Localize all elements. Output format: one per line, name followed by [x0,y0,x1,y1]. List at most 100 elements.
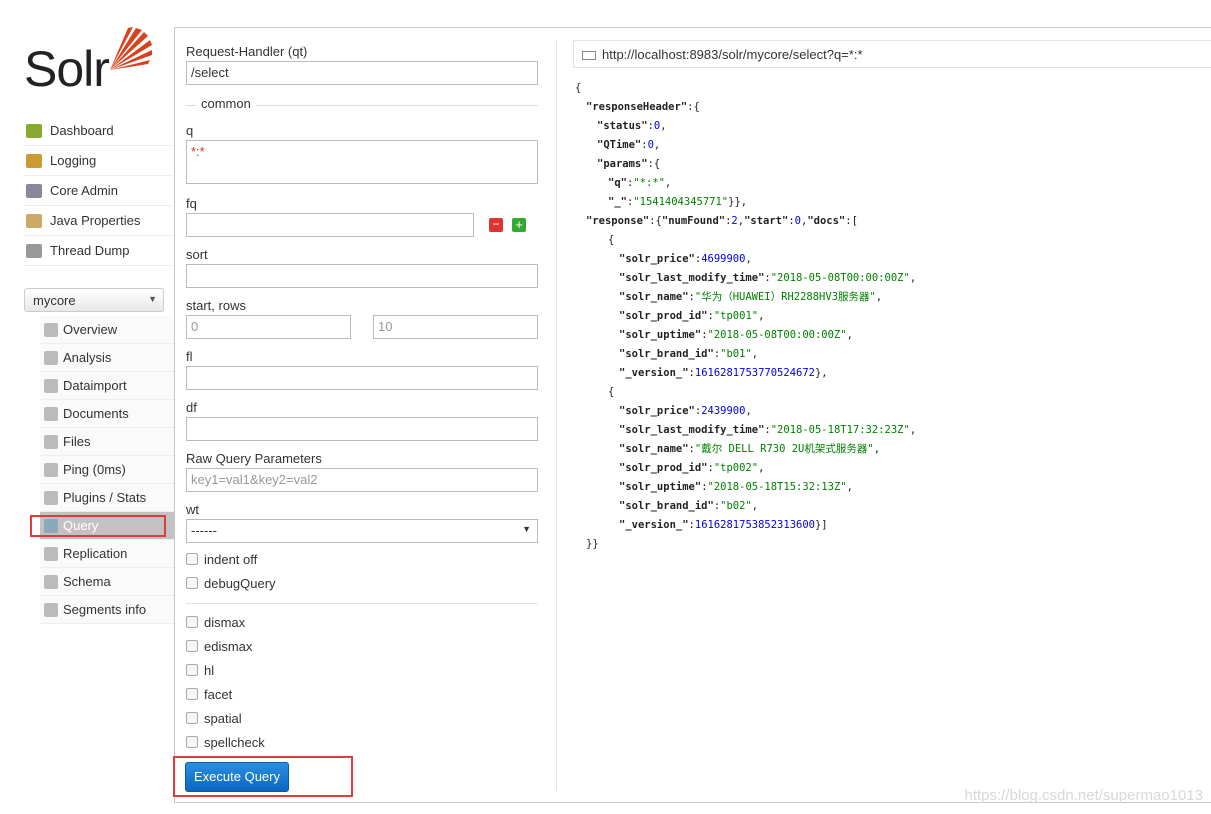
dashboard-icon [26,123,42,138]
fl-input[interactable] [186,366,538,390]
checkbox-label: hl [204,662,215,678]
core-nav-overview[interactable]: Overview [40,316,174,344]
core-nav-schema[interactable]: Schema [40,568,174,596]
json-line: "responseHeader":{ [575,98,916,117]
sort-label: sort [186,247,208,262]
checkbox-spellcheck[interactable]: spellcheck [186,730,538,754]
checkbox-box[interactable] [186,712,198,724]
json-key: "response" [586,215,650,227]
nav-item-label: Logging [50,153,97,168]
core-nav-files[interactable]: Files [40,428,174,456]
json-line: "solr_uptime":"2018-05-08T00:00:00Z", [575,326,916,345]
core-selector[interactable]: mycore ▼ [24,288,164,312]
fq-input[interactable] [186,213,474,237]
checks-group-1: indent off debugQuery [186,547,538,595]
checkbox-hl[interactable]: hl [186,658,538,682]
core-nav-label: Analysis [63,350,112,365]
sort-input[interactable] [186,264,538,288]
json-key: "solr_last_modify_time" [619,424,765,436]
q-textarea[interactable]: *:* [186,140,538,184]
start-rows-label: start, rows [186,298,246,313]
json-line: "_":"1541404345771"}}, [575,193,916,212]
raw-params-input[interactable]: key1=val1&key2=val2 [186,468,538,492]
json-key: "numFound" [661,215,726,227]
json-punct: , [758,310,765,322]
checkbox-indent-off[interactable]: indent off [186,547,538,571]
q-label: q [186,123,194,138]
checkbox-box[interactable] [186,736,198,748]
qt-label: Request-Handler (qt) [186,44,308,59]
core-nav-analysis[interactable]: Analysis [40,344,174,372]
json-line: "_version_":1616281753770524672}, [575,364,916,383]
core-nav-label: Plugins / Stats [63,490,147,505]
checkbox-box[interactable] [186,688,198,700]
json-punct: }} [586,538,599,550]
nav-item-thread-dump[interactable]: Thread Dump [24,236,173,266]
json-key: "start" [744,215,789,227]
common-legend: common [196,96,256,111]
nav-item-logging[interactable]: Logging [24,146,173,176]
checkbox-spatial[interactable]: spatial [186,706,538,730]
nav-item-label: Core Admin [50,183,118,198]
plugins-icon [44,490,58,505]
core-nav-dataimport[interactable]: Dataimport [40,372,174,400]
checkbox-box[interactable] [186,616,198,628]
checkbox-box[interactable] [186,664,198,676]
json-punct: , [745,405,752,417]
checkbox-debugQuery[interactable]: debugQuery [186,571,538,595]
json-line: "solr_last_modify_time":"2018-05-08T00:0… [575,269,916,288]
add-fq-icon[interactable]: + [512,218,526,232]
json-punct: , [873,443,881,455]
core-nav-documents[interactable]: Documents [40,400,174,428]
json-line: "solr_prod_id":"tp001", [575,307,916,326]
checkbox-edismax[interactable]: edismax [186,634,538,658]
rows-input[interactable]: 10 [373,315,538,339]
json-string: "2018-05-18T15:32:13Z" [707,481,847,493]
df-input[interactable] [186,417,538,441]
sidebar: Solr Dashboard Logging Core Admin Java Prop… [0,0,174,814]
json-line: "QTime":0, [575,136,916,155]
wt-select[interactable]: ------ ▼ [186,519,538,543]
core-nav-label: Dataimport [63,378,127,393]
checkbox-box[interactable] [186,640,198,652]
checkbox-box[interactable] [186,577,198,589]
json-punct: { [608,386,615,398]
remove-fq-icon[interactable]: − [489,218,503,232]
core-nav-plugins-stats[interactable]: Plugins / Stats [40,484,174,512]
core-nav-segments-info[interactable]: Segments info [40,596,174,624]
chevron-down-icon: ▼ [522,524,531,534]
checkbox-label: dismax [204,614,246,630]
nav-item-java-properties[interactable]: Java Properties [24,206,173,236]
nav-item-core-admin[interactable]: Core Admin [24,176,173,206]
core-nav-label: Replication [63,546,128,561]
json-key: "solr_price" [619,405,695,417]
checkbox-facet[interactable]: facet [186,682,538,706]
checks-group-2: dismax edismax hl facet spatial spellcheck [186,610,538,754]
json-punct: }}, [728,196,748,208]
checkbox-label: facet [204,686,233,702]
solr-logo[interactable]: Solr [24,26,154,97]
core-nav-replication[interactable]: Replication [40,540,174,568]
checkbox-label: spatial [204,710,242,726]
checkbox-box[interactable] [186,553,198,565]
core-nav-ping-0ms-[interactable]: Ping (0ms) [40,456,174,484]
json-key: "solr_name" [619,443,689,455]
qt-input[interactable]: /select [186,61,538,85]
json-key: "_version_" [619,367,689,379]
start-input[interactable]: 0 [186,315,351,339]
core-admin-icon [26,183,42,198]
json-line: "q":"*:*", [575,174,916,193]
nav-item-dashboard[interactable]: Dashboard [24,116,173,146]
main-nav: Dashboard Logging Core Admin Java Propertie… [24,116,173,266]
json-key: "q" [608,177,627,189]
thread-dump-icon [26,243,42,258]
result-url-link[interactable]: http://localhost:8983/solr/mycore/select… [573,40,1211,68]
json-line: "solr_prod_id":"tp002", [575,459,916,478]
json-key: "solr_uptime" [619,481,702,493]
execute-highlight-box [173,756,353,797]
checkbox-dismax[interactable]: dismax [186,610,538,634]
df-label: df [186,400,197,415]
fq-label: fq [186,196,197,211]
json-key: "status" [597,120,648,132]
url-icon [582,51,596,61]
